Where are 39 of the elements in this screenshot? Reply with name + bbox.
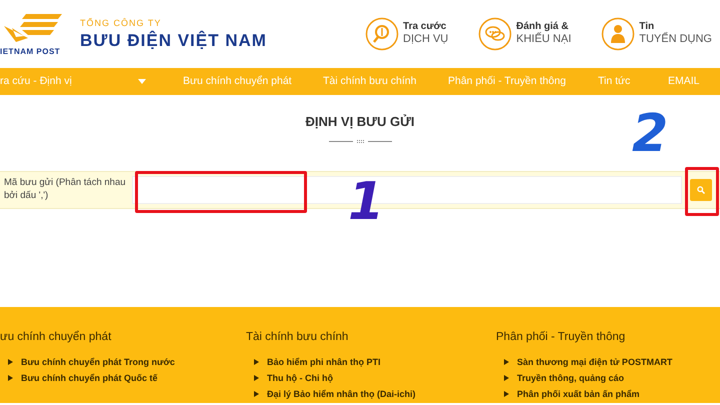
logo-caption: IETNAM POST	[0, 48, 60, 56]
footer-link[interactable]: Truyền thông, quảng cáo	[517, 370, 624, 386]
quick-link-title[interactable]: Đánh giá &	[516, 21, 572, 34]
footer-link[interactable]: Phân phối xuất bản ấn phẩm	[517, 386, 640, 402]
highlight-frame	[685, 167, 719, 216]
footer-link[interactable]: Đại lý Bảo hiểm nhân thọ (Dai-ichi)	[267, 386, 416, 402]
footer-heading: Phân phối - Truyền thông	[496, 330, 626, 345]
search-button[interactable]	[690, 178, 712, 200]
footer-link[interactable]: Sàn thương mại điện tử POSTMART	[517, 354, 672, 370]
annotation-number: 1	[348, 176, 384, 228]
person-icon[interactable]	[601, 17, 636, 51]
footer-link[interactable]: Thu hộ - Chi hộ	[267, 370, 333, 386]
annotation-number: 2	[632, 108, 668, 160]
company-prefix: TỔNG CÔNG TY	[80, 19, 162, 28]
footer-link[interactable]: Bưu chính chuyển phát Trong nước	[21, 354, 175, 370]
quick-link-title[interactable]: Tin	[639, 21, 712, 34]
bullet-icon	[8, 359, 13, 366]
caret-icon[interactable]	[138, 79, 146, 84]
speech-bubbles-icon[interactable]	[478, 17, 512, 51]
quick-link-subtitle[interactable]: TUYỂN DỤNG	[639, 33, 712, 47]
footer-link[interactable]: Bưu chính chuyển phát Quốc tế	[21, 370, 158, 386]
footer-heading: ưu chính chuyển phát	[0, 330, 112, 345]
footer-link[interactable]: Bảo hiểm phi nhân thọ PTI	[267, 354, 380, 370]
footer-heading: Tài chính bưu chính	[246, 330, 350, 345]
bullet-icon	[254, 359, 259, 366]
bullet-icon	[254, 375, 259, 382]
bullet-icon	[504, 391, 509, 398]
bullet-icon	[504, 359, 509, 366]
quick-link-subtitle[interactable]: DỊCH VỤ	[403, 33, 448, 47]
search-label: Mã bưu gửi (Phân tách nhau bởi dấu ',')	[3, 176, 127, 202]
logo-icon	[2, 12, 62, 44]
quick-link-subtitle[interactable]: KHIẾU NẠI	[516, 33, 572, 47]
bullet-icon	[504, 375, 509, 382]
bullet-icon	[8, 375, 13, 382]
divider-ornament-icon	[356, 140, 364, 142]
company-name: BƯU ĐIỆN VIỆT NAM	[80, 32, 267, 49]
bullet-icon	[254, 391, 259, 398]
search-icon	[697, 186, 705, 194]
quick-link-title[interactable]: Tra cước	[403, 21, 448, 34]
